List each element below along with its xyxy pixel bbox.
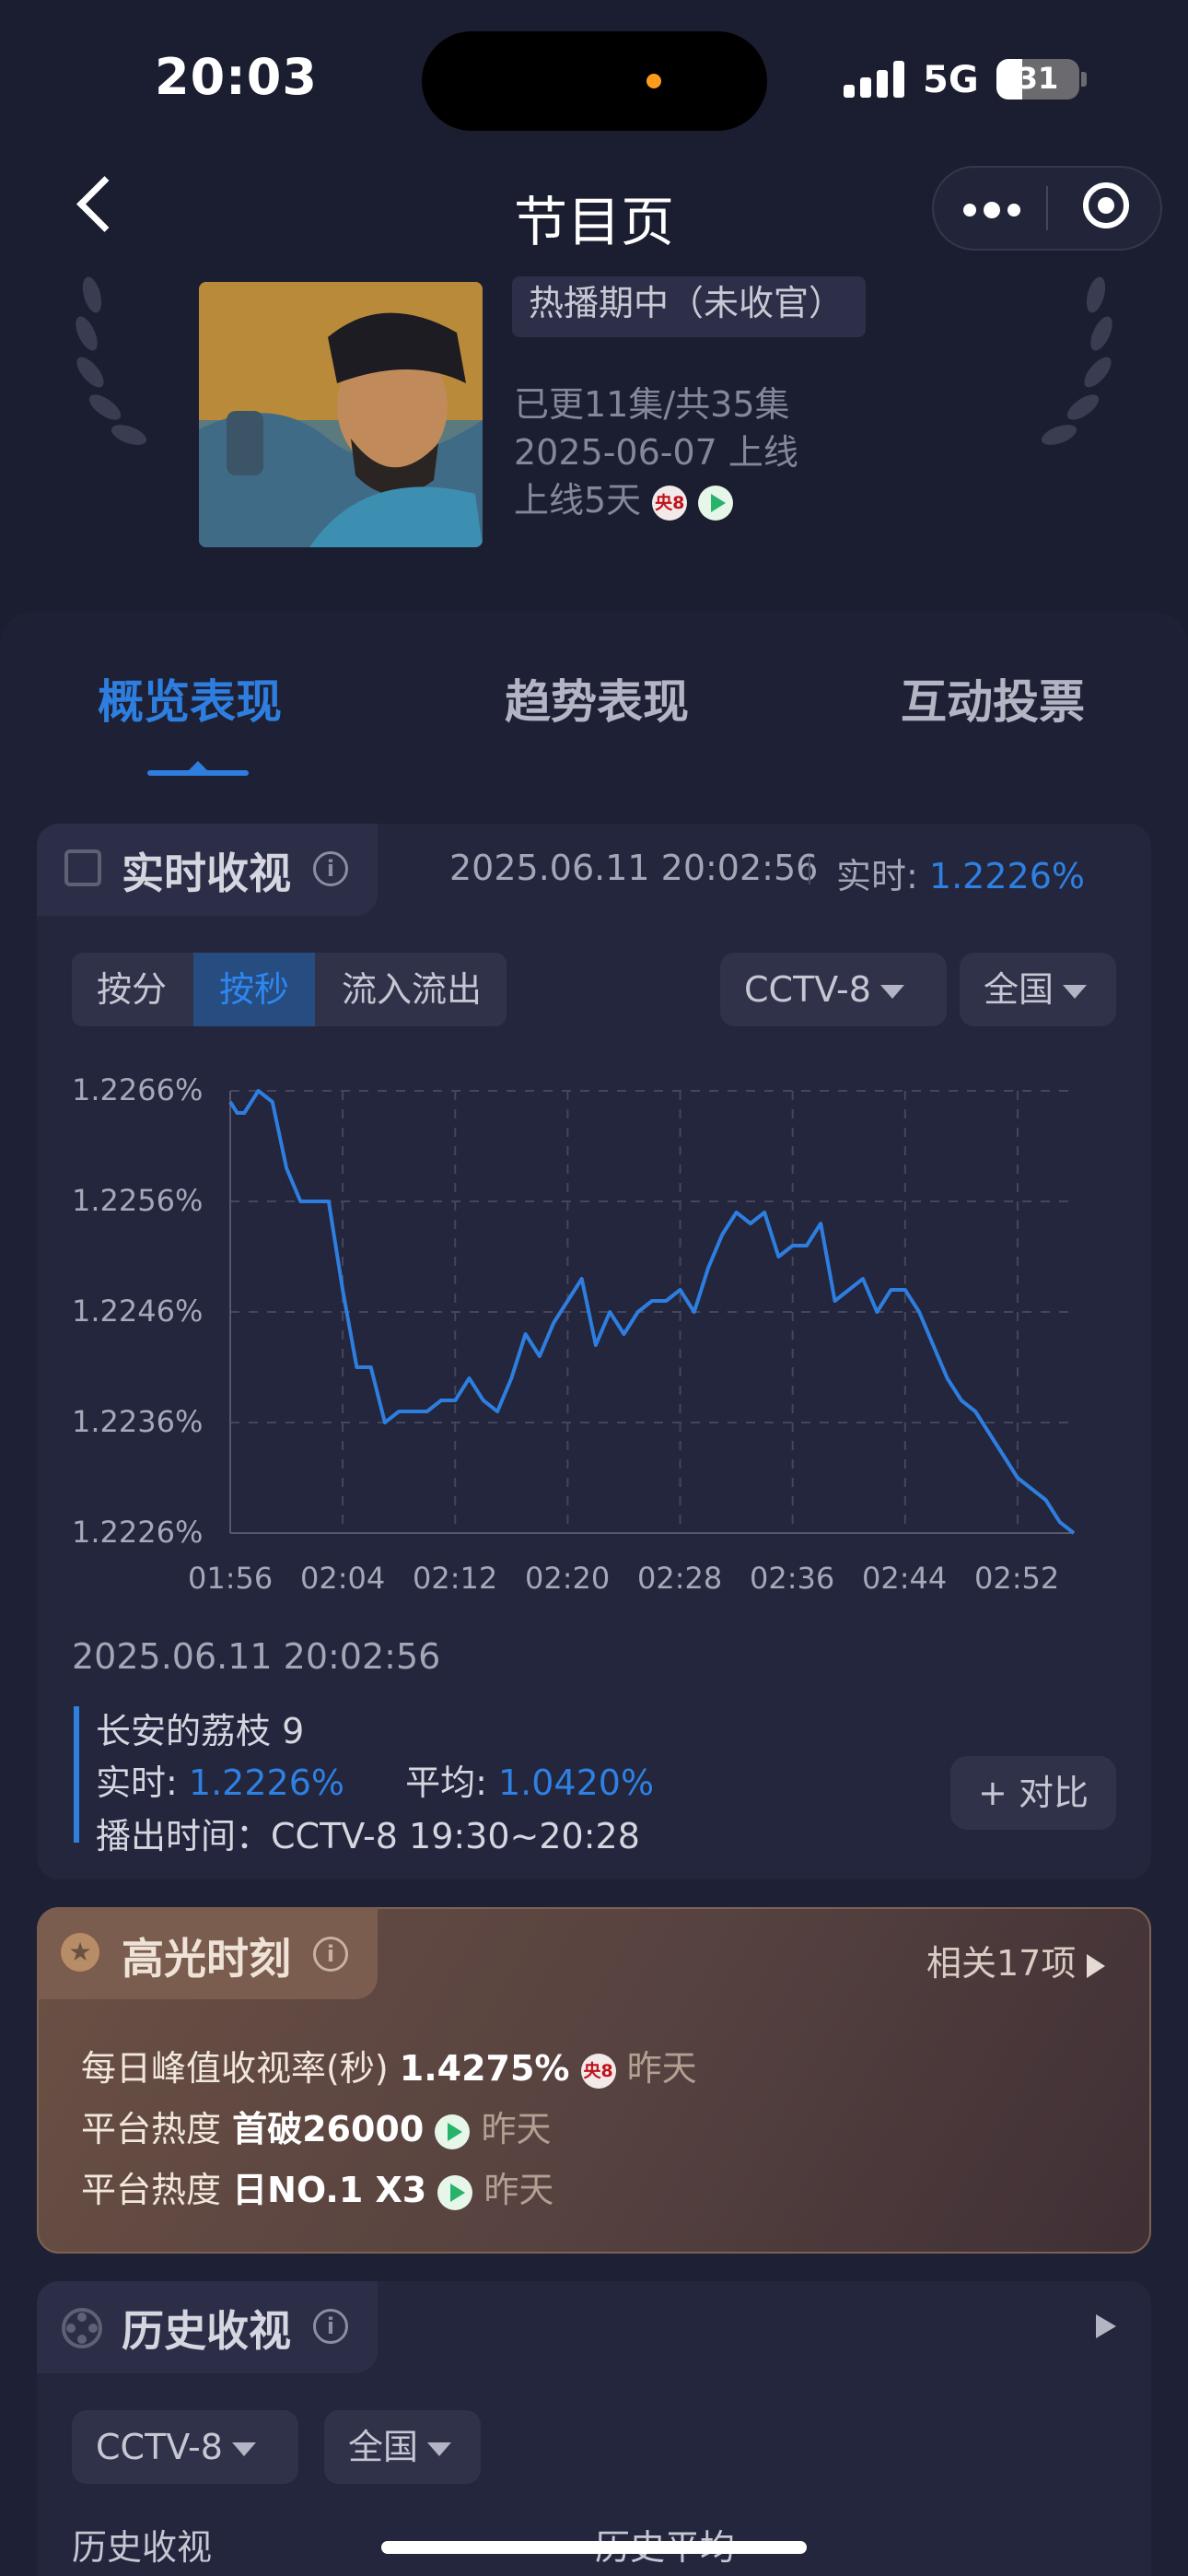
highlight-when: 昨天 (626, 2048, 697, 2089)
series-marker (74, 1706, 79, 1843)
rt-label: 实时: (96, 1762, 178, 1803)
info-icon: i (313, 1937, 348, 1972)
related-count: 相关17项 (926, 1943, 1077, 1984)
star-badge-icon: ★ (61, 1933, 99, 1972)
highlight-label: 每日峰值收视率(秒) (81, 2048, 389, 2089)
history-title: 历史收视 (122, 2306, 291, 2356)
highlight-item: 每日峰值收视率(秒) 1.4275% 央8 昨天 (81, 2040, 697, 2090)
film-reel-icon (62, 2308, 102, 2348)
chevron-down-icon (231, 2442, 256, 2456)
rt-avg-row: 实时: 1.2226% 平均: 1.0420% (96, 1754, 654, 1805)
platform-play-icon (435, 2113, 471, 2149)
history-channel-dropdown[interactable]: CCTV-8 (72, 2410, 298, 2484)
highlights-title: 高光时刻 (122, 1934, 291, 1984)
platform-play-icon (437, 2174, 473, 2210)
history-info-button[interactable]: i (313, 2309, 348, 2344)
highlight-when: 昨天 (481, 2109, 552, 2149)
highlight-value: 1.4275% (399, 2048, 570, 2089)
compare-button[interactable]: + 对比 (950, 1756, 1116, 1830)
history-channel: CCTV-8 (96, 2427, 223, 2467)
highlight-value: 日NO.1 X3 (232, 2170, 427, 2210)
selected-point-time: 2025.06.11 20:02:56 (72, 1636, 441, 1677)
highlight-label: 平台热度 (81, 2109, 222, 2149)
rt-value: 1.2226% (188, 1762, 344, 1803)
airtime-text: 播出时间：CCTV-8 19:30~20:28 (96, 1816, 640, 1856)
avg-label: 平均: (405, 1762, 487, 1803)
expand-arrow-icon[interactable] (1096, 2314, 1116, 2338)
related-link[interactable]: 相关17项 (926, 1935, 1106, 1985)
history-region-dropdown[interactable]: 全国 (324, 2410, 481, 2484)
highlight-value: 首破26000 (232, 2109, 425, 2149)
rating-series-line (228, 1089, 1076, 1535)
avg-value: 1.0420% (497, 1762, 655, 1803)
home-indicator (381, 2541, 807, 2554)
highlight-label: 平台热度 (81, 2170, 222, 2210)
program-name: 长安的荔枝 9 (96, 1711, 305, 1751)
highlight-item: 平台热度 日NO.1 X3 昨天 (81, 2161, 553, 2212)
history-col-label: 历史收视 (72, 2527, 213, 2568)
cctv8-badge-icon: 央8 (580, 2053, 616, 2089)
highlights-info-button[interactable]: i (313, 1937, 348, 1972)
history-region: 全国 (348, 2427, 419, 2467)
arrow-right-icon (1087, 1953, 1106, 1978)
chevron-down-icon (427, 2442, 452, 2456)
highlight-item: 平台热度 首破26000 昨天 (81, 2101, 552, 2151)
info-icon: i (313, 2309, 348, 2344)
realtime-line-chart[interactable] (0, 0, 1188, 1585)
highlight-when: 昨天 (483, 2170, 554, 2210)
